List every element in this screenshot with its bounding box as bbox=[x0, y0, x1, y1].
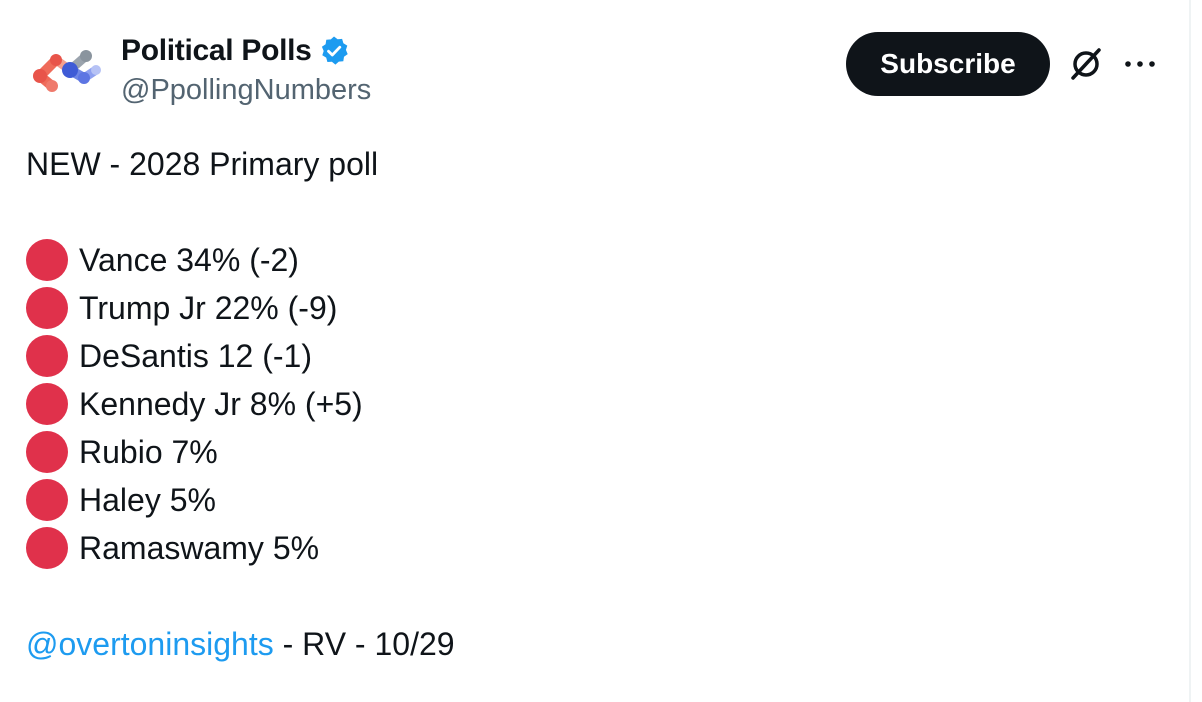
candidate-result: Rubio 7% bbox=[79, 434, 218, 470]
candidate-result: Kennedy Jr 8% (+5) bbox=[79, 386, 363, 422]
red-circle-icon bbox=[26, 431, 68, 473]
grok-icon[interactable] bbox=[1068, 46, 1104, 82]
red-circle-icon bbox=[26, 527, 68, 569]
list-item: DeSantis 12 (-1) bbox=[26, 332, 455, 380]
candidate-result: Trump Jr 22% (-9) bbox=[79, 290, 338, 326]
column-divider bbox=[1189, 0, 1191, 702]
mention-link[interactable]: @overtoninsights bbox=[26, 620, 274, 668]
red-circle-icon bbox=[26, 383, 68, 425]
subscribe-button[interactable]: Subscribe bbox=[846, 32, 1050, 96]
more-icon[interactable] bbox=[1123, 54, 1157, 74]
post-headline: NEW - 2028 Primary poll bbox=[26, 146, 379, 182]
name-row: Political Polls bbox=[121, 34, 350, 68]
post-text: NEW - 2028 Primary poll Vance 34% (-2) T… bbox=[26, 140, 455, 668]
candidate-result: Vance 34% (-2) bbox=[79, 242, 299, 278]
list-item: Kennedy Jr 8% (+5) bbox=[26, 380, 455, 428]
candidate-result: DeSantis 12 (-1) bbox=[79, 338, 312, 374]
post-header: Political Polls @PpollingNumbers Subscri… bbox=[0, 0, 1189, 130]
list-item: Vance 34% (-2) bbox=[26, 236, 455, 284]
list-item: Trump Jr 22% (-9) bbox=[26, 284, 455, 332]
source-line: @overtoninsights - RV - 10/29 bbox=[26, 620, 455, 668]
red-circle-icon bbox=[26, 335, 68, 377]
red-circle-icon bbox=[26, 479, 68, 521]
candidate-result: Haley 5% bbox=[79, 482, 216, 518]
list-item: Ramaswamy 5% bbox=[26, 524, 455, 572]
verified-badge-icon bbox=[321, 36, 348, 65]
red-circle-icon bbox=[26, 239, 68, 281]
red-circle-icon bbox=[26, 287, 68, 329]
list-item: Rubio 7% bbox=[26, 428, 455, 476]
handle[interactable]: @PpollingNumbers bbox=[121, 74, 371, 107]
candidate-result: Ramaswamy 5% bbox=[79, 530, 320, 566]
avatar[interactable] bbox=[26, 38, 106, 102]
list-item: Haley 5% bbox=[26, 476, 455, 524]
display-name[interactable]: Political Polls bbox=[121, 34, 312, 68]
source-details: - RV - 10/29 bbox=[273, 626, 455, 662]
